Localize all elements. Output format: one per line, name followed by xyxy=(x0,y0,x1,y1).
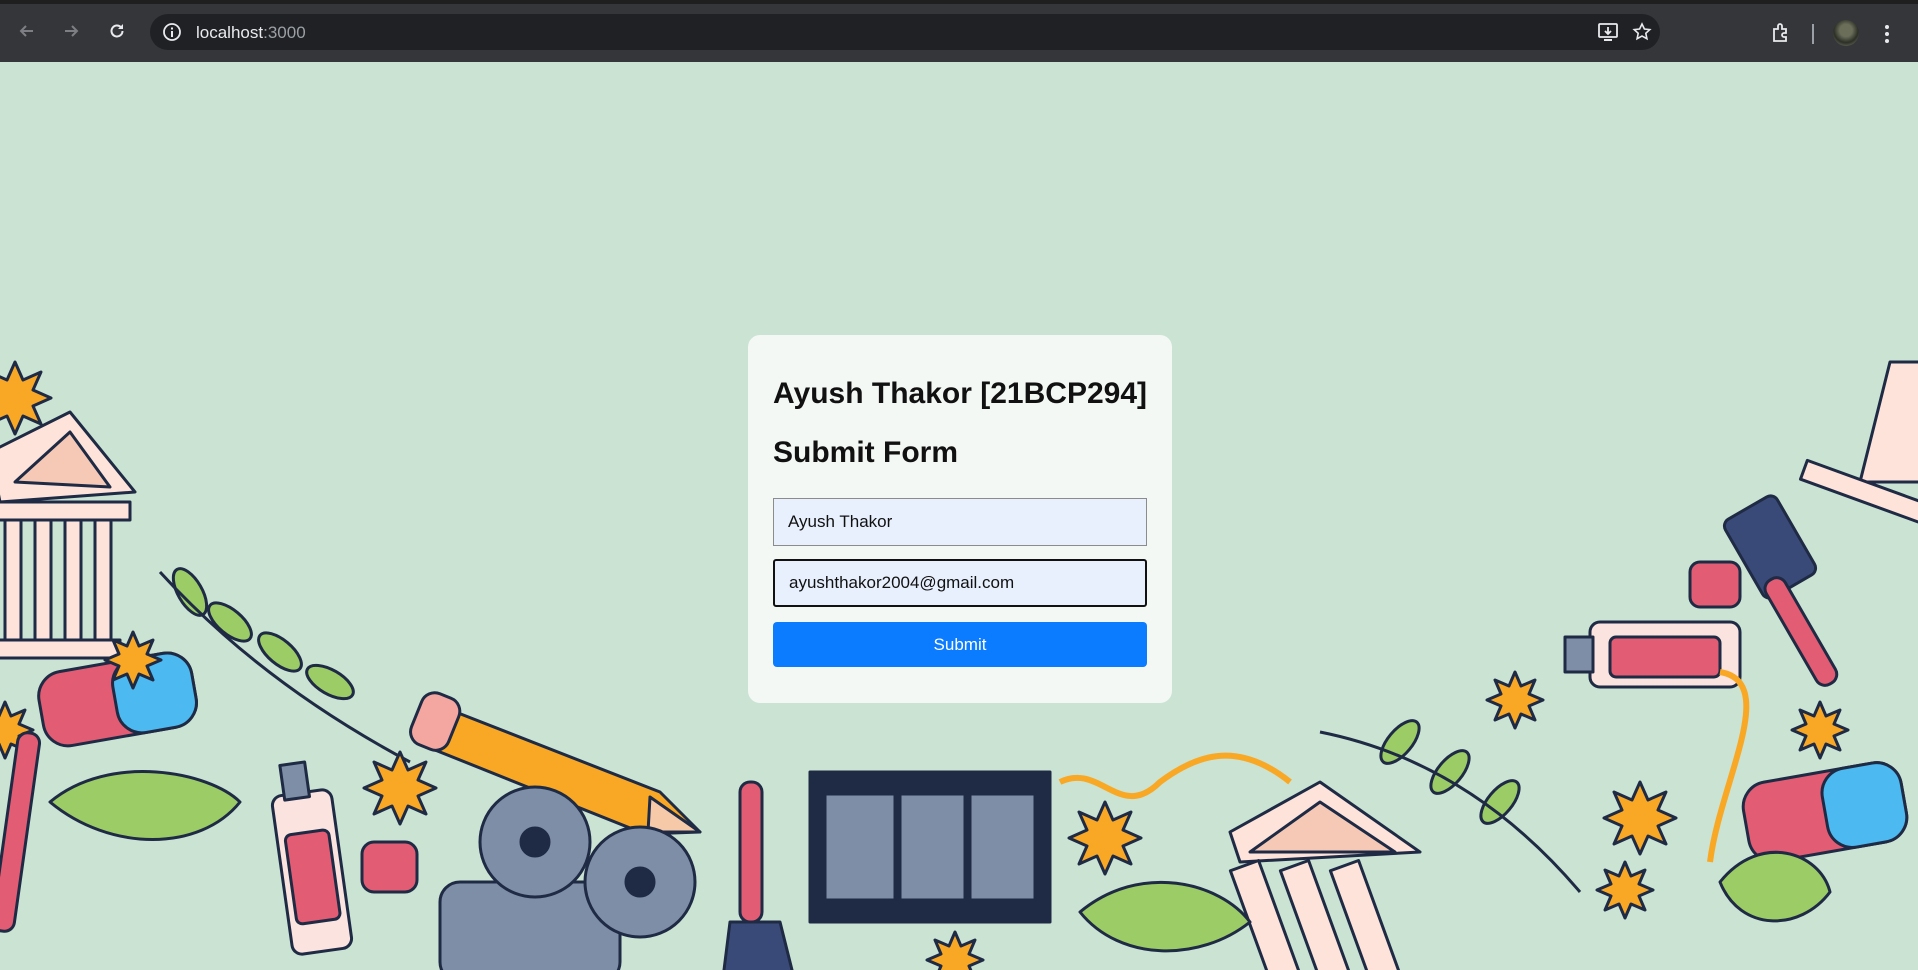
temple-illustration-left xyxy=(0,410,137,660)
reload-button[interactable] xyxy=(102,16,132,46)
glue-tube-illustration xyxy=(1563,620,1742,689)
glue-bottle-illustration xyxy=(270,760,354,956)
reload-icon xyxy=(110,24,124,38)
email-input[interactable] xyxy=(773,559,1147,607)
name-input[interactable] xyxy=(773,498,1147,546)
url-port: :3000 xyxy=(263,23,306,42)
page-title: Ayush Thakor [21BCP294] xyxy=(773,377,1148,410)
site-info-icon[interactable] xyxy=(162,22,182,42)
more-menu-icon[interactable] xyxy=(1884,24,1890,44)
install-app-icon[interactable] xyxy=(1597,22,1619,42)
browser-toolbar: localhost:3000 xyxy=(0,0,1918,62)
arrow-left-icon xyxy=(19,25,33,37)
temple-illustration-center xyxy=(1228,780,1422,970)
eraser-illustration-right xyxy=(1741,761,1909,863)
paintbrush-illustration xyxy=(722,780,794,970)
arrow-right-icon xyxy=(65,25,79,37)
back-button[interactable] xyxy=(12,16,42,46)
forward-button[interactable] xyxy=(56,16,86,46)
film-strip-illustration xyxy=(808,770,1052,924)
url-host: localhost xyxy=(196,23,264,42)
bookmark-star-icon[interactable] xyxy=(1632,22,1652,42)
submit-form-card: Ayush Thakor [21BCP294] Submit Form Subm… xyxy=(748,335,1172,703)
toolbar-divider xyxy=(1812,24,1814,44)
form-title: Submit Form xyxy=(773,436,958,469)
profile-avatar[interactable] xyxy=(1833,20,1859,46)
address-bar[interactable]: localhost:3000 xyxy=(150,14,1660,50)
extensions-icon[interactable] xyxy=(1770,22,1792,44)
temple-illustration-right xyxy=(1798,360,1918,526)
url-text: localhost:3000 xyxy=(196,23,306,43)
submit-button[interactable]: Submit xyxy=(773,622,1147,667)
page-viewport: Ayush Thakor [21BCP294] Submit Form Subm… xyxy=(0,62,1918,970)
